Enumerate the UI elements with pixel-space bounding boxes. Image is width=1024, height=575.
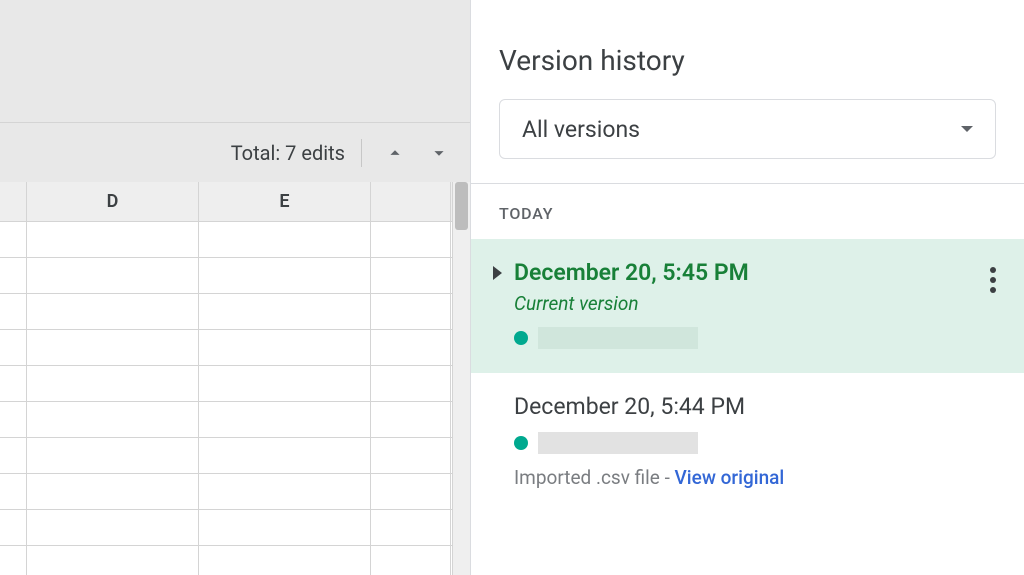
rows [0, 222, 470, 575]
column-header-e[interactable]: E [199, 182, 371, 221]
chevron-up-icon [384, 142, 406, 164]
versions-filter-dropdown[interactable]: All versions [499, 99, 996, 159]
scrollbar[interactable] [452, 182, 470, 575]
version-timestamp: December 20, 5:44 PM [514, 393, 745, 420]
section-label-today: TODAY [471, 184, 1024, 239]
version-author [514, 432, 1002, 454]
caret-down-icon [961, 126, 973, 132]
version-history-panel: Version history All versions TODAY Decem… [470, 0, 1024, 575]
version-note: Imported .csv file - View original [514, 466, 1002, 489]
table-row[interactable] [0, 438, 470, 474]
author-color-dot [514, 331, 528, 345]
table-row[interactable] [0, 294, 470, 330]
note-text: Imported .csv file - [514, 466, 675, 489]
spreadsheet-grid[interactable]: D E [0, 182, 470, 575]
table-row[interactable] [0, 474, 470, 510]
author-color-dot [514, 436, 528, 450]
expand-arrow-icon[interactable] [493, 266, 502, 280]
table-row[interactable] [0, 402, 470, 438]
next-edit-button[interactable] [422, 136, 456, 170]
more-options-button[interactable] [984, 261, 1002, 299]
table-row[interactable] [0, 222, 470, 258]
spreadsheet-area: Total: 7 edits D E [0, 0, 470, 575]
view-original-link[interactable]: View original [675, 466, 785, 489]
author-name [538, 432, 698, 454]
version-subtitle: Current version [514, 292, 1002, 315]
top-spacer [0, 0, 470, 122]
panel-title: Version history [471, 0, 1024, 99]
edits-count-label: Total: 7 edits [231, 141, 345, 165]
table-row[interactable] [0, 366, 470, 402]
version-item[interactable]: December 20, 5:44 PM Imported .csv file … [471, 373, 1024, 513]
author-name [538, 327, 698, 349]
chevron-down-icon [428, 142, 450, 164]
column-headers: D E [0, 182, 470, 222]
table-row[interactable] [0, 330, 470, 366]
column-header[interactable] [0, 182, 27, 221]
version-item-current[interactable]: December 20, 5:45 PM Current version [471, 239, 1024, 373]
scrollbar-thumb[interactable] [455, 182, 468, 230]
table-row[interactable] [0, 546, 470, 575]
column-header-d[interactable]: D [27, 182, 199, 221]
version-author [514, 327, 1002, 349]
table-row[interactable] [0, 258, 470, 294]
table-row[interactable] [0, 510, 470, 546]
version-timestamp: December 20, 5:45 PM [514, 259, 749, 286]
prev-edit-button[interactable] [378, 136, 412, 170]
edits-bar: Total: 7 edits [0, 122, 470, 182]
dropdown-label: All versions [522, 116, 640, 143]
column-header[interactable] [371, 182, 451, 221]
divider [361, 139, 362, 167]
